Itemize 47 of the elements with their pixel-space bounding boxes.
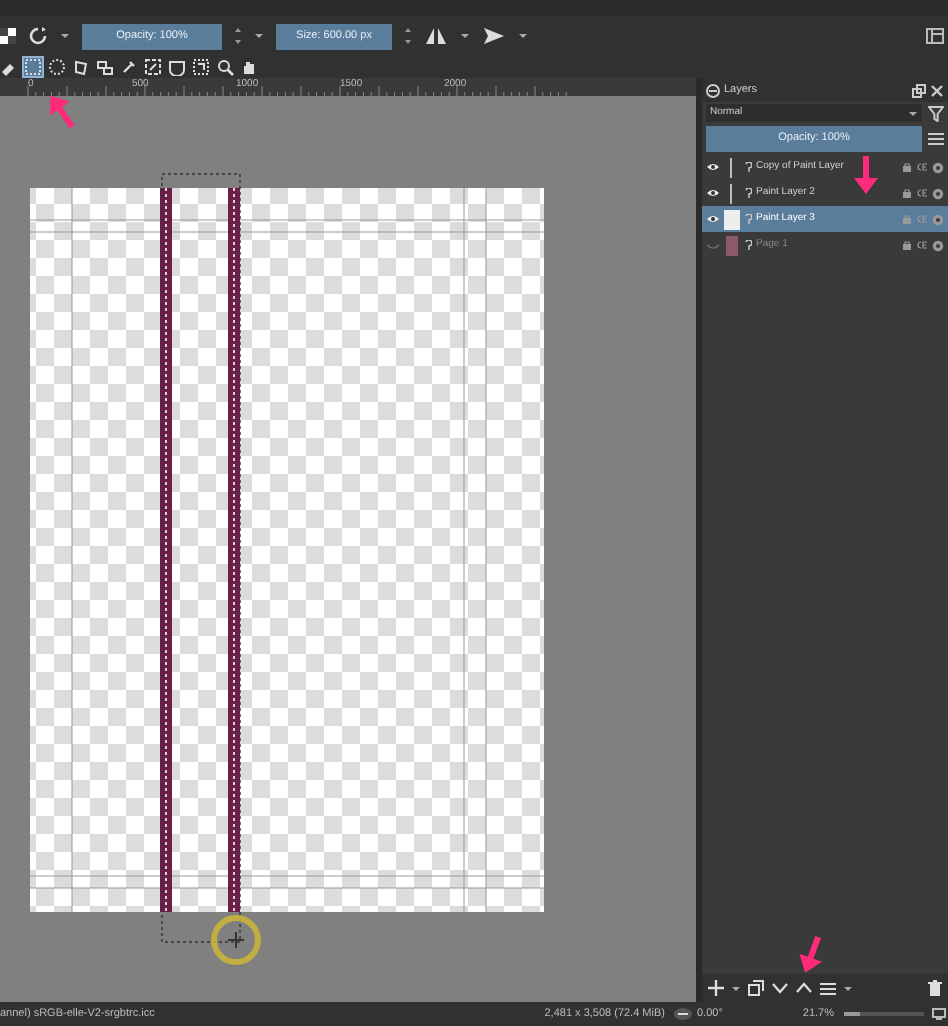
rotation-icon[interactable] [674,1008,693,1020]
trash-icon[interactable] [928,980,942,996]
eye-icon[interactable] [706,188,720,198]
eye-icon[interactable] [706,214,720,224]
close-icon[interactable] [930,83,944,97]
float-icon[interactable] [912,83,926,97]
pointer-arrow-icon [798,934,826,974]
spin-arrows-icon[interactable] [404,26,412,46]
layers-icon [706,83,720,97]
caret-icon[interactable] [518,32,528,40]
bezier-select-icon[interactable] [168,58,186,76]
caret-icon[interactable] [460,32,470,40]
refresh-icon[interactable] [28,26,48,46]
arrow-icon[interactable] [482,26,506,46]
eye-icon[interactable] [706,162,720,172]
ellipse-select-icon[interactable] [48,58,66,76]
caret-icon[interactable] [732,985,740,991]
menu-icon[interactable] [928,132,944,146]
polygon-select-icon[interactable] [72,58,90,76]
caret-icon[interactable] [60,32,70,40]
contiguous-select-icon[interactable] [120,58,138,76]
pointer-arrow-icon [48,96,76,132]
magnetic-select-icon[interactable] [192,58,210,76]
mirror-icon[interactable] [424,26,448,46]
filter-icon[interactable] [928,105,944,121]
screen-icon[interactable] [932,1008,946,1020]
caret-icon[interactable] [844,985,852,991]
outline-select-icon[interactable] [96,58,114,76]
duplicate-icon[interactable] [748,980,764,996]
properties-icon[interactable] [820,981,836,995]
hidden-eye-icon[interactable] [706,240,720,250]
similar-select-icon[interactable] [144,58,162,76]
brush-cursor-icon [206,910,266,970]
lock-icon[interactable] [902,240,912,250]
panel-layout-icon[interactable] [926,28,944,44]
pointer-arrow-icon [852,154,880,194]
lock-icon[interactable] [902,188,912,198]
rectangle-select-icon[interactable] [24,58,42,76]
zoom-icon[interactable] [216,58,234,76]
add-icon[interactable] [708,980,724,996]
caret-icon[interactable] [254,32,264,40]
pattern-icon[interactable] [0,28,16,44]
spin-arrows-icon[interactable] [234,26,242,46]
lock-icon[interactable] [902,162,912,172]
chevron-down-icon[interactable] [772,980,788,996]
chevron-up-icon[interactable] [796,980,812,996]
caret-icon [908,109,918,117]
